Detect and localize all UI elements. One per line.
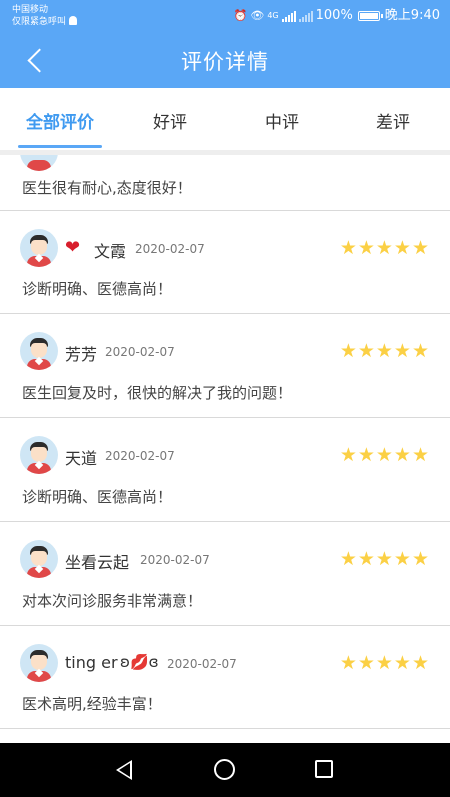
avatar xyxy=(20,155,58,171)
navigation-bar: 评价详情 xyxy=(0,34,450,88)
tab-neutral[interactable]: 中评 xyxy=(242,108,322,133)
review-content: 诊断明确、医德高尚！ xyxy=(22,488,173,506)
review-content: 医生回复及时，很快的解决了我的问题！ xyxy=(22,384,293,402)
tab-positive[interactable]: 好评 xyxy=(130,108,210,133)
carrier-name: 中国移动 xyxy=(12,5,49,15)
lips-icon: 💋 xyxy=(129,653,149,671)
system-back-icon[interactable] xyxy=(116,760,132,780)
review-item: 坐看云起 2020-02-07 ★★★★★ 对本次问诊服务非常满意！ xyxy=(0,522,450,626)
active-tab-indicator xyxy=(18,145,102,148)
signal-icon-2 xyxy=(298,10,313,22)
rating-stars-icon: ★★★★★ xyxy=(339,444,430,466)
filter-tabs: 全部评价 好评 中评 差评 xyxy=(0,88,450,152)
avatar xyxy=(20,540,58,578)
review-date: 2020-02-07 xyxy=(105,345,175,359)
review-item: ting er ʚ💋ɞ 2020-02-07 ★★★★★ 医术高明,经验丰富！ xyxy=(0,626,450,729)
avatar xyxy=(20,644,58,682)
avatar xyxy=(20,332,58,370)
avatar xyxy=(20,229,58,267)
reviewer-name: 芳芳 xyxy=(65,345,98,364)
bell-icon xyxy=(69,16,78,25)
system-navigation-bar xyxy=(0,743,450,797)
battery-icon xyxy=(357,11,383,21)
tab-all-reviews[interactable]: 全部评价 xyxy=(18,108,102,133)
tab-negative[interactable]: 差评 xyxy=(353,108,433,133)
review-item: 医生很有耐心,态度很好！ xyxy=(0,155,450,211)
review-date: 2020-02-07 xyxy=(105,449,175,463)
reviewer-name: ting er xyxy=(65,653,118,672)
heart-icon: ❤ xyxy=(65,237,81,258)
rating-stars-icon: ★★★★★ xyxy=(339,237,430,259)
review-list[interactable]: 医生很有耐心,态度很好！ ❤ 文霞 2020-02-07 ★★★★★ 诊断明确、… xyxy=(0,155,450,743)
review-date: 2020-02-07 xyxy=(140,553,210,567)
reviewer-name-decoration: ʚ💋ɞ xyxy=(120,653,159,671)
review-content: 医术高明,经验丰富！ xyxy=(22,695,162,713)
emergency-label: 仅限紧急呼叫 xyxy=(12,17,67,27)
eye-icon: 👁 xyxy=(250,9,265,22)
status-bar: 中国移动 仅限紧急呼叫 ⏰ 👁 4G 100% 晚上9:40 xyxy=(0,0,450,34)
clock: 晚上9:40 xyxy=(384,8,440,23)
review-date: 2020-02-07 xyxy=(135,242,205,256)
avatar xyxy=(20,436,58,474)
review-content: 医生很有耐心,态度很好！ xyxy=(22,179,192,197)
status-right: ⏰ 👁 4G 100% 晚上9:40 xyxy=(234,8,440,24)
reviewer-name: 文霞 xyxy=(94,242,127,261)
review-content: 对本次问诊服务非常满意！ xyxy=(22,592,203,610)
reviewer-name: 天道 xyxy=(65,449,98,468)
review-item: 芳芳 2020-02-07 ★★★★★ 医生回复及时，很快的解决了我的问题！ xyxy=(0,314,450,418)
network-label: 4G xyxy=(267,11,279,20)
system-home-icon[interactable] xyxy=(214,759,235,780)
alarm-icon: ⏰ xyxy=(233,9,248,22)
system-recents-icon[interactable] xyxy=(315,760,333,778)
reviewer-name: 坐看云起 xyxy=(65,553,130,572)
review-content: 诊断明确、医德高尚！ xyxy=(22,280,173,298)
review-date: 2020-02-07 xyxy=(167,657,237,671)
battery-percent: 100% xyxy=(315,8,353,23)
carrier-info: 中国移动 仅限紧急呼叫 xyxy=(12,5,78,28)
rating-stars-icon: ★★★★★ xyxy=(339,340,430,362)
rating-stars-icon: ★★★★★ xyxy=(339,652,430,674)
rating-stars-icon: ★★★★★ xyxy=(339,548,430,570)
review-item: ❤ 文霞 2020-02-07 ★★★★★ 诊断明确、医德高尚！ xyxy=(0,211,450,314)
signal-icon xyxy=(281,10,296,22)
review-item: 天道 2020-02-07 ★★★★★ 诊断明确、医德高尚！ xyxy=(0,418,450,522)
page-title: 评价详情 xyxy=(181,50,269,74)
